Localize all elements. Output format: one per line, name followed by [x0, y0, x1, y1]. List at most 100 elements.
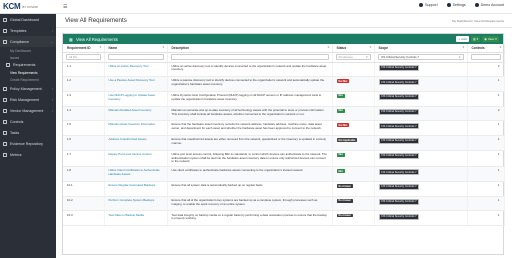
- table-row[interactable]: 1.3 Use DHCP Logging to Update Asset Inve…: [63, 91, 505, 107]
- eye-icon: ◉: [484, 37, 487, 41]
- cell-scope: CIS Critical Security Controls 7: [374, 196, 468, 212]
- scope-filter-select[interactable]: CIS Critical Security Controls 7 ×: [377, 54, 464, 60]
- sidebar-item-vendor-management[interactable]: Vendor Management ›: [0, 105, 56, 116]
- add-requirement-button[interactable]: + Add: [456, 36, 469, 42]
- scope-filter-value: CIS Critical Security Controls 7: [380, 55, 419, 59]
- table-row[interactable]: 1.4 Maintain Detailed Asset Inventory Main…: [63, 106, 505, 122]
- scope-tag[interactable]: CIS Critical Security Controls 7: [378, 213, 420, 220]
- sidebar-item-view-requirements[interactable]: View Requirements: [0, 69, 56, 76]
- sidebar-item-controls[interactable]: Controls: [0, 116, 56, 127]
- cell-status: Met: [332, 91, 375, 107]
- requirement-name-link[interactable]: Test Data on Backup Media: [109, 213, 144, 217]
- status-badge: Not Met: [336, 79, 350, 84]
- table-row[interactable]: 10.3 Test Data on Backup Media Test data i…: [63, 210, 505, 227]
- scope-tag[interactable]: CIS Critical Security Controls 7: [378, 184, 420, 191]
- requirement-name-link[interactable]: Utilize an Active Discovery Tool: [109, 64, 149, 68]
- cell-description: Utilize a passive discovery tool to iden…: [167, 76, 333, 92]
- requirement-name-link[interactable]: Deploy Port Level Access Control: [109, 152, 152, 156]
- status-badge: No Answer: [336, 198, 353, 203]
- user-name: Demo Account: [480, 3, 504, 7]
- sidebar-item-global-dashboard[interactable]: Global Dashboard: [0, 14, 56, 25]
- scope-tag[interactable]: CIS Critical Security Controls 7: [378, 198, 420, 205]
- view-button[interactable]: ◉ View ▾: [482, 36, 499, 42]
- grid-icon: ▦: [69, 36, 73, 42]
- sort-icon: ⇅: [369, 46, 372, 49]
- requirement-name-link[interactable]: Address Unauthorized Assets: [109, 137, 147, 141]
- breadcrumb-home[interactable]: My Dashboard: [452, 19, 472, 23]
- requirement-name-link[interactable]: Use a Passive Asset Discovery Tool: [109, 78, 155, 82]
- column-header-description[interactable]: Description ⇅: [167, 44, 333, 53]
- table-row[interactable]: 1.1 Utilize an Active Discovery Tool Utili…: [63, 62, 505, 78]
- cell-status: Not Met: [332, 76, 375, 92]
- scope-tag[interactable]: CIS Critical Security Controls 7: [378, 64, 420, 71]
- table-row[interactable]: 1.7 Deploy Port Level Access Control Utili…: [63, 150, 505, 168]
- sidebar-item-label: Requirements: [13, 63, 36, 67]
- logo-sub: BY KOVRR: [22, 4, 38, 9]
- dashboard-icon: [3, 17, 7, 22]
- app-logo[interactable]: KCM BY KOVRR: [0, 0, 56, 14]
- requirements-card: ▦ View All Requirements + Add ▥ ▾ ◉ View ▾ R…: [62, 33, 505, 255]
- logo-text: KCM: [3, 2, 21, 11]
- requirement-name-link[interactable]: Maintain Detailed Asset Inventory: [109, 108, 152, 112]
- table-row[interactable]: 1.8 Utilize Client Certificates to Authen…: [63, 166, 505, 182]
- sidebar-item-risk-management[interactable]: Risk Management ›: [0, 94, 56, 105]
- table-row[interactable]: 10.1 Ensure Regular Automated Backups Ensu…: [63, 181, 505, 197]
- evidence-icon: [3, 141, 7, 146]
- cell-scope: CIS Critical Security Controls 7: [374, 106, 468, 122]
- requirement-name-link[interactable]: Utilize Client Certificates to Authentic…: [109, 168, 160, 176]
- sidebar-item-my-dashboard[interactable]: My Dashboard: [0, 47, 56, 54]
- support-link[interactable]: Support: [419, 3, 438, 8]
- scope-tag[interactable]: CIS Critical Security Controls 7: [378, 123, 420, 130]
- table-row[interactable]: 1.6 Address Unauthorized Assets Ensure tha…: [63, 135, 505, 151]
- scope-tag[interactable]: CIS Critical Security Controls 7: [378, 152, 420, 159]
- sidebar-item-create-requirement[interactable]: Create Requirement: [0, 76, 56, 83]
- chevron-down-icon: ▾: [366, 55, 368, 59]
- scope-tag[interactable]: CIS Critical Security Controls 7: [378, 138, 420, 145]
- cell-scope: CIS Critical Security Controls 7: [374, 62, 468, 78]
- sidebar-item-policy-management[interactable]: Policy Management ›: [0, 83, 56, 94]
- scope-tag[interactable]: CIS Critical Security Controls 7: [378, 108, 420, 115]
- hamburger-icon[interactable]: ☰: [63, 4, 67, 10]
- controls-filter-input[interactable]: [470, 54, 501, 60]
- column-header-id[interactable]: Requirement ID ⇅: [63, 44, 105, 53]
- sidebar-item-evidence-repository[interactable]: Evidence Repository: [0, 138, 56, 149]
- description-filter-input[interactable]: [170, 54, 329, 60]
- column-header-controls[interactable]: Controls ⇅: [467, 44, 505, 53]
- cell-id: 1.2: [63, 76, 105, 92]
- settings-link[interactable]: Settings: [446, 3, 466, 8]
- cell-status: No Answer: [332, 210, 375, 227]
- requirement-name-link[interactable]: Perform Complete System Backups: [109, 198, 155, 202]
- user-menu[interactable]: Demo Account: [474, 3, 504, 8]
- sidebar-item-metrics[interactable]: Metrics: [0, 149, 56, 160]
- vendor-icon: [3, 108, 7, 113]
- clear-icon[interactable]: ×: [459, 55, 461, 59]
- cell-scope: CIS Critical Security Controls 7: [374, 210, 468, 227]
- cell-controls: 1: [467, 76, 505, 92]
- view-label: View: [487, 37, 495, 41]
- column-header-scope[interactable]: Scope ⇅: [374, 44, 468, 53]
- sidebar-item-requirements[interactable]: Requirements: [0, 61, 56, 69]
- requirement-name-link[interactable]: Ensure Regular Automated Backups: [109, 183, 156, 187]
- table-row[interactable]: 10.2 Perform Complete System Backups Ensur…: [63, 196, 505, 212]
- scope-tag[interactable]: CIS Critical Security Controls 7: [378, 94, 420, 101]
- table-row[interactable]: 1.2 Use a Passive Asset Discovery Tool Uti…: [63, 76, 505, 92]
- cell-scope: CIS Critical Security Controls 7: [374, 166, 468, 182]
- requirement-name-link[interactable]: Use DHCP Logging to Update Asset Invento…: [109, 93, 155, 101]
- sidebar-item-templates[interactable]: Templates ›: [0, 25, 56, 36]
- id-filter-input[interactable]: All IDs: [66, 54, 101, 60]
- status-filter-select[interactable]: All statuses ▾: [335, 54, 371, 60]
- chevron-down-icon: ▾: [476, 37, 479, 41]
- columns-button[interactable]: ▥ ▾: [471, 36, 480, 42]
- name-filter-input[interactable]: [107, 54, 164, 60]
- column-header-name[interactable]: Name ⇅: [104, 44, 168, 53]
- sidebar-item-tasks[interactable]: Tasks: [0, 127, 56, 138]
- column-header-status[interactable]: Status ⇅: [332, 44, 375, 53]
- scope-tag[interactable]: CIS Critical Security Controls 7: [378, 79, 420, 86]
- scope-tag[interactable]: CIS Critical Security Controls 7: [378, 169, 420, 176]
- requirement-name-link[interactable]: Maintain Asset Inventory Information: [109, 122, 156, 127]
- cell-controls: 1: [467, 196, 505, 212]
- sidebar-item-compliance[interactable]: Compliance ⌄: [0, 36, 56, 47]
- sidebar-item-issues[interactable]: Issues: [0, 54, 56, 61]
- table-row[interactable]: 1.5 Maintain Asset Inventory Information E…: [63, 120, 505, 136]
- status-badge: Not Applicable: [336, 138, 358, 143]
